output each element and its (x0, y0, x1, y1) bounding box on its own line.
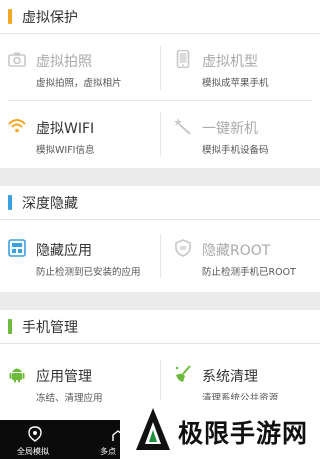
section-header-deep-hide: 深度隐藏 (0, 186, 320, 220)
camera-icon (8, 50, 26, 68)
feature-desc: 冻结、清理应用 (36, 393, 103, 404)
feature-one-click-new[interactable]: 一键新机 模拟手机设备码 (166, 101, 320, 167)
feature-name: 虚拟拍照 (36, 54, 92, 70)
column-divider (160, 112, 161, 156)
section-panel-virtual-protection: 虚拟拍照 虚拟拍照，虚拟相片 虚拟机型 模拟成苹果手机 虚拟WIFI 模拟WIF… (0, 34, 320, 168)
watermark-text: 极限手游网 (178, 419, 309, 448)
section-accent-bar (8, 195, 12, 210)
feature-name: 隐藏ROOT (202, 243, 271, 259)
feature-name: 系统清理 (202, 369, 258, 385)
nav-global-simulation[interactable]: 全局模拟 (0, 420, 70, 459)
nav-label: 全局模拟 (17, 447, 49, 456)
feature-name: 一键新机 (202, 121, 258, 137)
location-pin-icon (28, 426, 42, 442)
feature-desc: 模拟手机设备码 (202, 145, 269, 156)
column-divider (160, 46, 161, 90)
feature-desc: 虚拟拍照，虚拟相片 (36, 78, 122, 89)
nav-label: 多点 (100, 447, 116, 456)
section-accent-bar (8, 9, 12, 24)
section-panel-deep-hide: 隐藏应用 防止检测到已安装的应用 隐藏ROOT 防止检测手机已ROOT (0, 220, 320, 292)
feature-virtual-photo[interactable]: 虚拟拍照 虚拟拍照，虚拟相片 (0, 34, 160, 100)
wifi-icon (8, 117, 26, 135)
feature-hide-root[interactable]: 隐藏ROOT 防止检测手机已ROOT (166, 223, 320, 289)
feature-name: 虚拟WIFI (36, 121, 95, 137)
android-icon (8, 365, 26, 383)
section-header-virtual-protection: 虚拟保护 (0, 0, 320, 34)
watermark-logo-icon (134, 406, 172, 452)
magic-wand-icon (174, 117, 192, 135)
feature-desc: 防止检测手机已ROOT (202, 267, 296, 278)
watermark-badge: 极限手游网 (120, 400, 320, 459)
section-header-phone-management: 手机管理 (0, 310, 320, 344)
feature-desc: 防止检测到已安装的应用 (36, 267, 141, 278)
root-icon (174, 239, 192, 257)
phone-icon (174, 49, 192, 69)
feature-virtual-model[interactable]: 虚拟机型 模拟成苹果手机 (166, 34, 320, 100)
feature-desc: 模拟WIFI信息 (36, 145, 95, 156)
feature-desc: 模拟成苹果手机 (202, 78, 269, 89)
column-divider (160, 234, 161, 278)
section-title: 手机管理 (22, 320, 78, 336)
section-title: 虚拟保护 (22, 10, 78, 26)
app-box-icon (8, 239, 26, 257)
section-accent-bar (8, 319, 12, 334)
column-divider (160, 360, 161, 404)
feature-virtual-wifi[interactable]: 虚拟WIFI 模拟WIFI信息 (0, 101, 160, 167)
broom-icon (174, 365, 192, 383)
feature-name: 虚拟机型 (202, 54, 258, 70)
feature-hide-app[interactable]: 隐藏应用 防止检测到已安装的应用 (0, 223, 160, 289)
feature-name: 应用管理 (36, 369, 92, 385)
section-title: 深度隐藏 (22, 196, 78, 212)
feature-name: 隐藏应用 (36, 243, 92, 259)
